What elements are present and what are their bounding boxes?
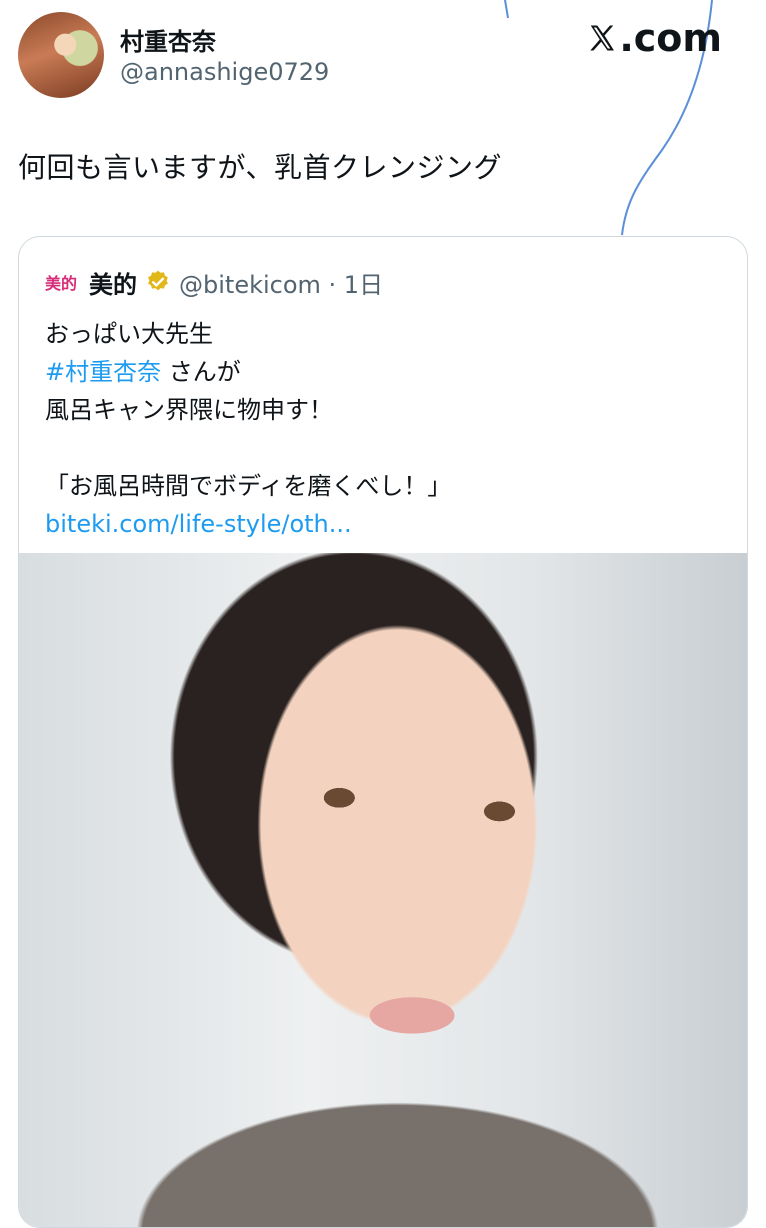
hashtag-link[interactable]: #村重杏奈 (45, 358, 161, 386)
quoted-line-2: #村重杏奈 さんが (45, 353, 451, 391)
author-display-name[interactable]: 村重杏奈 (120, 22, 216, 57)
verified-badge-icon (148, 270, 168, 291)
quoted-url-link[interactable]: biteki.com/life-style/oth... (45, 505, 451, 543)
quoted-line-2-rest: さんが (161, 358, 241, 386)
quoted-tweet-card[interactable]: 美的 美的 @bitekicom · 1日 おっぱい大先生 #村重杏奈 さんが … (18, 236, 748, 1228)
avatar[interactable] (18, 12, 104, 98)
quoted-tweet-text: おっぱい大先生 #村重杏奈 さんが 風呂キャン界隈に物申す！ 「お風呂時間でボデ… (45, 315, 451, 543)
site-brand-text: .com (619, 16, 722, 60)
quoted-tweet-header: 美的 美的 @bitekicom · 1日 (45, 265, 383, 299)
quoted-portrait-image[interactable] (19, 553, 747, 1227)
quoted-author-name[interactable]: 美的 (89, 265, 137, 300)
quoted-blank-line (45, 429, 451, 467)
quoted-handle-time[interactable]: @bitekicom · 1日 (179, 265, 383, 300)
tweet-header: 村重杏奈 @annashige0729 .com (0, 0, 766, 110)
x-logo-icon (590, 25, 615, 51)
biteki-logo[interactable]: 美的 (45, 270, 77, 294)
quoted-line-1: おっぱい大先生 (45, 320, 213, 348)
quoted-line-3: 風呂キャン界隈に物申す！ (45, 396, 333, 424)
author-handle[interactable]: @annashige0729 (120, 58, 329, 86)
tweet-text: 何回も言いますが、乳首クレンジング (18, 151, 502, 184)
x-com-logo: .com (587, 16, 722, 60)
quoted-line-5: 「お風呂時間でボディを磨くべし！」 (45, 472, 452, 500)
